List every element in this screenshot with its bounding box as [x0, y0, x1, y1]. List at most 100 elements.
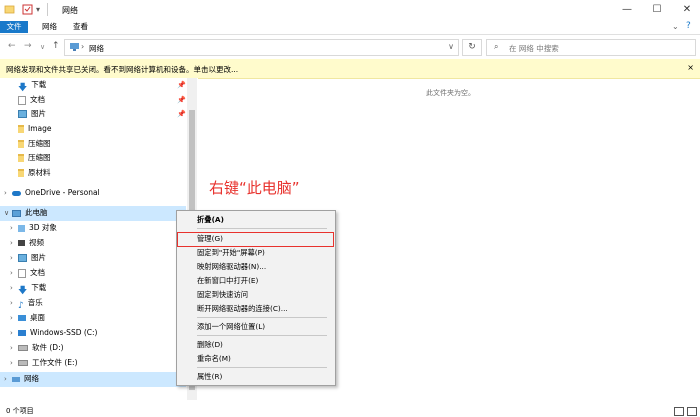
- collapse-chevron-icon[interactable]: ∨: [4, 209, 9, 217]
- nav-item-downloads[interactable]: 🡇 下载: [18, 281, 46, 296]
- info-bar-close-icon[interactable]: ×: [687, 63, 694, 72]
- qat-dropdown-icon[interactable]: ▾: [36, 4, 47, 15]
- nav-item-image[interactable]: Image: [18, 122, 52, 136]
- nav-item-label: 文档: [30, 268, 45, 277]
- ribbon-tabs: 文件 网络 查看 ⌄ ?: [0, 20, 700, 35]
- forward-arrow-icon[interactable]: →: [24, 41, 32, 51]
- nav-item-onedrive[interactable]: OneDrive - Personal: [12, 186, 100, 200]
- expand-chevron-icon[interactable]: ›: [10, 224, 13, 232]
- menu-item-map-drive[interactable]: 映射网络驱动器(N)...: [197, 260, 266, 273]
- address-bar[interactable]: › 网络 ∨: [64, 39, 459, 56]
- pin-icon: 📌: [177, 96, 186, 104]
- nav-item-label: 原材料: [28, 168, 51, 177]
- music-icon: ♪: [18, 301, 24, 311]
- menu-item-pin-quick-access[interactable]: 固定到快速访问: [197, 288, 248, 301]
- network-icon: [69, 42, 81, 54]
- folder-icon: [18, 154, 24, 162]
- empty-folder-text: 此文件夹为空。: [426, 89, 475, 97]
- menu-item-open-new-window[interactable]: 在新窗口中打开(E): [197, 274, 258, 287]
- maximize-button[interactable]: ☐: [648, 2, 666, 18]
- expand-chevron-icon[interactable]: ›: [10, 269, 13, 277]
- nav-item-videos[interactable]: 视频: [18, 236, 44, 250]
- nav-item-label: 图片: [31, 253, 46, 262]
- cube-icon: [18, 224, 25, 232]
- document-icon: [18, 95, 26, 105]
- large-icons-view-icon[interactable]: [687, 407, 697, 416]
- ribbon-expand-icon[interactable]: ⌄: [672, 22, 679, 31]
- expand-chevron-icon[interactable]: ›: [10, 299, 13, 307]
- nav-item-label: 视频: [29, 238, 44, 247]
- back-arrow-icon[interactable]: ←: [8, 41, 16, 51]
- menu-item-delete[interactable]: 删除(D): [197, 338, 223, 351]
- close-button[interactable]: ✕: [678, 2, 696, 18]
- expand-chevron-icon[interactable]: ›: [10, 314, 13, 322]
- folder-icon: [18, 125, 24, 133]
- tab-network[interactable]: 网络: [36, 21, 63, 33]
- nav-item-this-pc[interactable]: 此电脑: [12, 206, 48, 220]
- search-input[interactable]: ⌕ 在 网络 中搜索: [486, 39, 696, 56]
- nav-item-label: 3D 对象: [29, 223, 57, 232]
- refresh-button[interactable]: ↻: [462, 39, 482, 56]
- help-icon[interactable]: ?: [686, 21, 691, 31]
- nav-item-drive-c[interactable]: Windows-SSD (C:): [18, 326, 97, 340]
- nav-item-documents[interactable]: 文档: [18, 266, 45, 280]
- item-count: 0 个项目: [6, 407, 34, 415]
- info-bar-text[interactable]: 网络发现和文件共享已关闭。看不到网络计算机和设备。单击以更改...: [6, 64, 238, 75]
- nav-item-desktop[interactable]: 桌面: [18, 311, 45, 325]
- menu-item-disconnect-drive[interactable]: 断开网络驱动器的连接(C)...: [197, 302, 288, 315]
- nav-item-label: 桌面: [30, 313, 45, 322]
- properties-checkbox-icon[interactable]: [22, 4, 33, 15]
- folder-icon: [18, 140, 24, 148]
- expand-chevron-icon[interactable]: ›: [4, 189, 7, 197]
- navigation-bar: ← → ∨ ↑ › 网络 ∨ ↻ ⌕ 在 网络 中搜索: [0, 35, 700, 60]
- nav-item-label: 此电脑: [25, 208, 48, 217]
- expand-chevron-icon[interactable]: ›: [10, 254, 13, 262]
- menu-item-manage[interactable]: 管理(G): [197, 232, 223, 245]
- document-icon: [18, 268, 26, 278]
- up-arrow-icon[interactable]: ↑: [52, 41, 60, 51]
- address-dropdown-icon[interactable]: ∨: [448, 42, 454, 51]
- menu-item-collapse[interactable]: 折叠(A): [197, 213, 224, 226]
- nav-item-label: 网络: [24, 374, 39, 383]
- nav-item-3d-objects[interactable]: 3D 对象: [18, 221, 57, 235]
- menu-separator: [197, 317, 327, 318]
- nav-item-pictures[interactable]: 图片: [18, 107, 46, 121]
- nav-item-folder[interactable]: 压缩图: [18, 137, 51, 151]
- menu-item-properties[interactable]: 属性(R): [197, 370, 222, 383]
- expand-chevron-icon[interactable]: ›: [10, 329, 13, 337]
- expand-chevron-icon[interactable]: ›: [4, 375, 7, 383]
- pin-icon: 📌: [177, 110, 186, 118]
- nav-item-documents[interactable]: 文档: [18, 93, 45, 107]
- picture-icon: [18, 110, 27, 118]
- nav-item-music[interactable]: ♪ 音乐: [18, 296, 43, 311]
- search-icon: ⌕: [494, 42, 499, 51]
- nav-item-downloads[interactable]: 🡇 下载: [18, 78, 46, 93]
- expand-chevron-icon[interactable]: ›: [10, 239, 13, 247]
- tab-view[interactable]: 查看: [67, 21, 94, 33]
- picture-icon: [18, 254, 27, 262]
- nav-item-folder[interactable]: 原材料: [18, 166, 51, 180]
- nav-item-folder[interactable]: 压缩图: [18, 151, 51, 165]
- nav-item-drive-e[interactable]: 工作文件 (E:): [18, 356, 78, 370]
- menu-item-rename[interactable]: 重命名(M): [197, 352, 231, 365]
- details-view-icon[interactable]: [674, 407, 684, 416]
- recent-dropdown-icon[interactable]: ∨: [40, 43, 45, 51]
- expand-chevron-icon[interactable]: ›: [10, 284, 13, 292]
- nav-item-drive-d[interactable]: 软件 (D:): [18, 341, 64, 355]
- nav-item-label: 压缩图: [28, 139, 51, 148]
- nav-item-network[interactable]: 网络: [12, 372, 39, 386]
- nav-item-label: Windows-SSD (C:): [30, 328, 98, 337]
- nav-item-label: 工作文件 (E:): [32, 358, 78, 367]
- breadcrumb-chevron-icon[interactable]: ›: [81, 42, 84, 51]
- minimize-button[interactable]: —: [618, 2, 636, 18]
- menu-item-add-network-location[interactable]: 添加一个网络位置(L): [197, 320, 265, 333]
- cloud-icon: [12, 190, 21, 196]
- expand-chevron-icon[interactable]: ›: [10, 344, 13, 352]
- pin-icon: 📌: [177, 81, 186, 89]
- tab-file[interactable]: 文件: [0, 21, 28, 33]
- info-bar[interactable]: 网络发现和文件共享已关闭。看不到网络计算机和设备。单击以更改... ×: [0, 59, 700, 79]
- menu-separator: [197, 228, 327, 229]
- expand-chevron-icon[interactable]: ›: [10, 359, 13, 367]
- menu-item-pin-start[interactable]: 固定到"开始"屏幕(P): [197, 246, 265, 259]
- nav-item-pictures[interactable]: 图片: [18, 251, 46, 265]
